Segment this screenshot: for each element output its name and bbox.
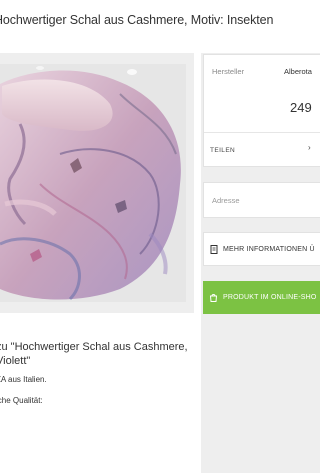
description-origin: ZA aus Italien. — [0, 375, 47, 384]
address-card — [203, 182, 320, 218]
description-quality: iche Qualität: — [0, 396, 43, 405]
manufacturer-value[interactable]: Alberota — [284, 67, 312, 76]
description-heading-line2: Violett" — [0, 355, 31, 367]
description-heading: zu "Hochwertiger Schal aus Cashmere, Vio… — [0, 340, 196, 368]
more-info-label: MEHR INFORMATIONEN Ü — [223, 245, 315, 253]
manufacturer-label: Hersteller — [212, 67, 245, 76]
more-info-button[interactable]: MEHR INFORMATIONEN Ü — [203, 232, 320, 266]
product-title: Hochwertiger Schal aus Cashmere, Motiv: … — [0, 13, 274, 27]
shopping-bag-icon — [209, 293, 218, 302]
share-label[interactable]: TEILEN — [210, 147, 235, 154]
description-heading-line1: zu "Hochwertiger Schal aus Cashmere, — [0, 341, 188, 353]
online-shop-button[interactable]: PRODUKT IM ONLINE-SHO — [203, 281, 320, 314]
shop-label: PRODUKT IM ONLINE-SHO — [223, 294, 317, 301]
divider — [204, 132, 320, 133]
address-input[interactable] — [204, 183, 320, 217]
price-value: 249 — [290, 100, 312, 115]
product-image[interactable] — [0, 64, 186, 302]
receipt-icon — [210, 244, 218, 254]
product-info-card: Hersteller Alberota 249 TEILEN › — [203, 54, 320, 167]
chevron-icon[interactable]: › — [308, 143, 311, 152]
